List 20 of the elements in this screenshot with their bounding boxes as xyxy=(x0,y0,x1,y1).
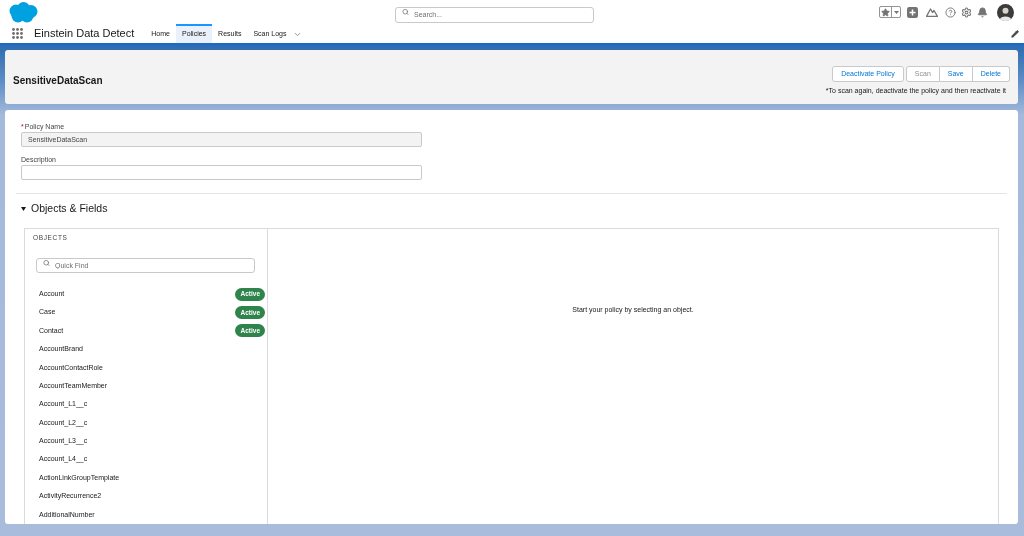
mountain-icon[interactable] xyxy=(926,7,938,17)
avatar-icon[interactable] xyxy=(997,3,1014,21)
plus-square-icon[interactable] xyxy=(907,6,918,18)
cloud-logo[interactable] xyxy=(8,1,38,23)
app-name: Einstein Data Detect xyxy=(34,26,135,42)
search-icon xyxy=(43,259,50,267)
app-launcher-icon[interactable] xyxy=(12,28,23,39)
search-icon xyxy=(402,8,409,16)
help-icon[interactable] xyxy=(945,6,956,18)
favorites-button[interactable] xyxy=(879,6,901,18)
section-header[interactable]: Objects & Fields xyxy=(21,202,108,216)
chevron-down-icon xyxy=(292,30,302,39)
bell-icon[interactable] xyxy=(977,6,988,18)
star-icon xyxy=(881,7,890,17)
triangle-down-icon xyxy=(21,207,26,211)
caret-down-icon xyxy=(893,10,899,14)
description-field[interactable] xyxy=(21,165,422,180)
record-title: SensitiveDataScan xyxy=(13,75,103,86)
pencil-icon[interactable] xyxy=(1011,29,1019,38)
settings-icon[interactable] xyxy=(961,6,972,18)
